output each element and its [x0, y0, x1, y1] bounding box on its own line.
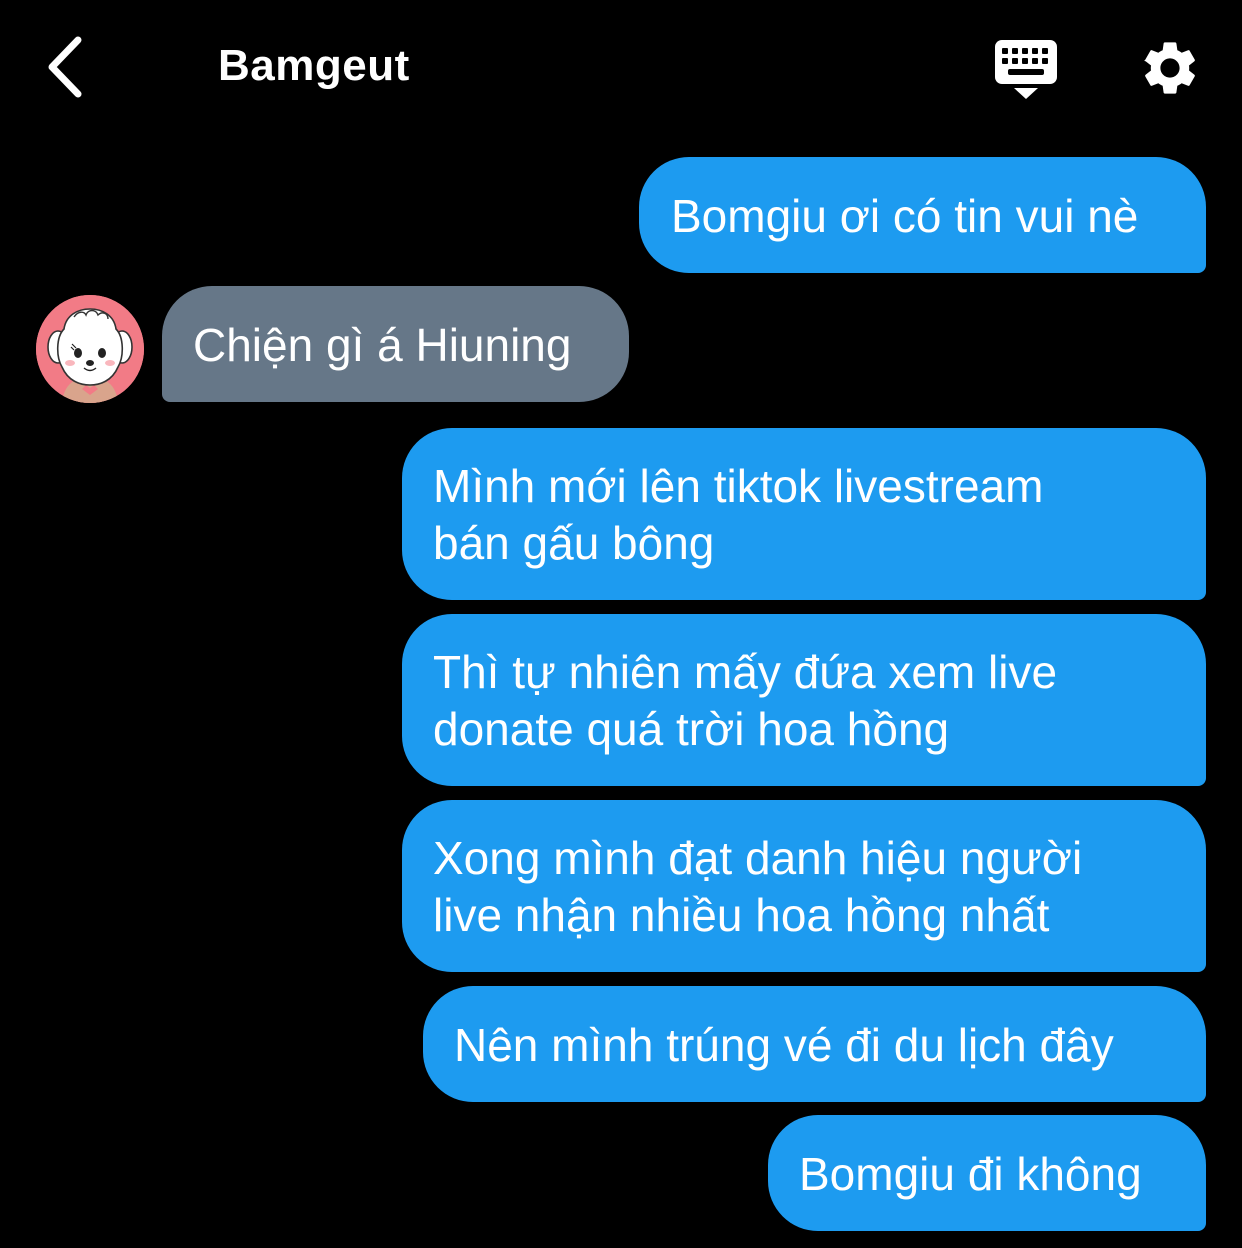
- keyboard-icon: [995, 40, 1057, 99]
- chevron-left-icon: [48, 36, 82, 98]
- chat-header: Bamgeut: [0, 0, 1242, 135]
- message-bubble-outgoing[interactable]: Bomgiu đi không: [768, 1115, 1206, 1231]
- gear-icon: [1144, 42, 1195, 94]
- contact-avatar[interactable]: [36, 295, 144, 403]
- puppy-avatar-icon: [36, 295, 144, 403]
- message-text-line: Thì tự nhiên mấy đứa xem live: [433, 646, 1058, 698]
- back-button[interactable]: [40, 32, 100, 102]
- settings-button[interactable]: [1138, 36, 1202, 100]
- message-text: Bomgiu ơi có tin vui nè: [671, 190, 1139, 242]
- message-bubble-outgoing[interactable]: Mình mới lên tiktok livestream bán gấu b…: [402, 428, 1206, 600]
- message-bubble-outgoing[interactable]: Nên mình trúng vé đi du lịch đây: [423, 986, 1206, 1102]
- keyboard-button[interactable]: [990, 36, 1062, 102]
- message-text-line: bán gấu bông: [433, 517, 715, 569]
- message-text-line: live nhận nhiều hoa hồng nhất: [433, 889, 1050, 941]
- message-text-line: donate quá trời hoa hồng: [433, 703, 950, 755]
- message-bubble-incoming[interactable]: Chiện gì á Hiuning: [162, 286, 629, 402]
- message-text: Nên mình trúng vé đi du lịch đây: [454, 1019, 1114, 1071]
- message-text-line: Xong mình đạt danh hiệu người: [433, 832, 1083, 884]
- message-bubble-outgoing[interactable]: Bomgiu ơi có tin vui nè: [639, 157, 1206, 273]
- message-text: Bomgiu đi không: [799, 1148, 1142, 1200]
- chat-title: Bamgeut: [218, 41, 410, 90]
- message-text: Chiện gì á Hiuning: [193, 319, 572, 371]
- message-bubble-outgoing[interactable]: Xong mình đạt danh hiệu người live nhận …: [402, 800, 1206, 972]
- message-bubble-outgoing[interactable]: Thì tự nhiên mấy đứa xem live donate quá…: [402, 614, 1206, 786]
- message-text-line: Mình mới lên tiktok livestream: [433, 460, 1044, 512]
